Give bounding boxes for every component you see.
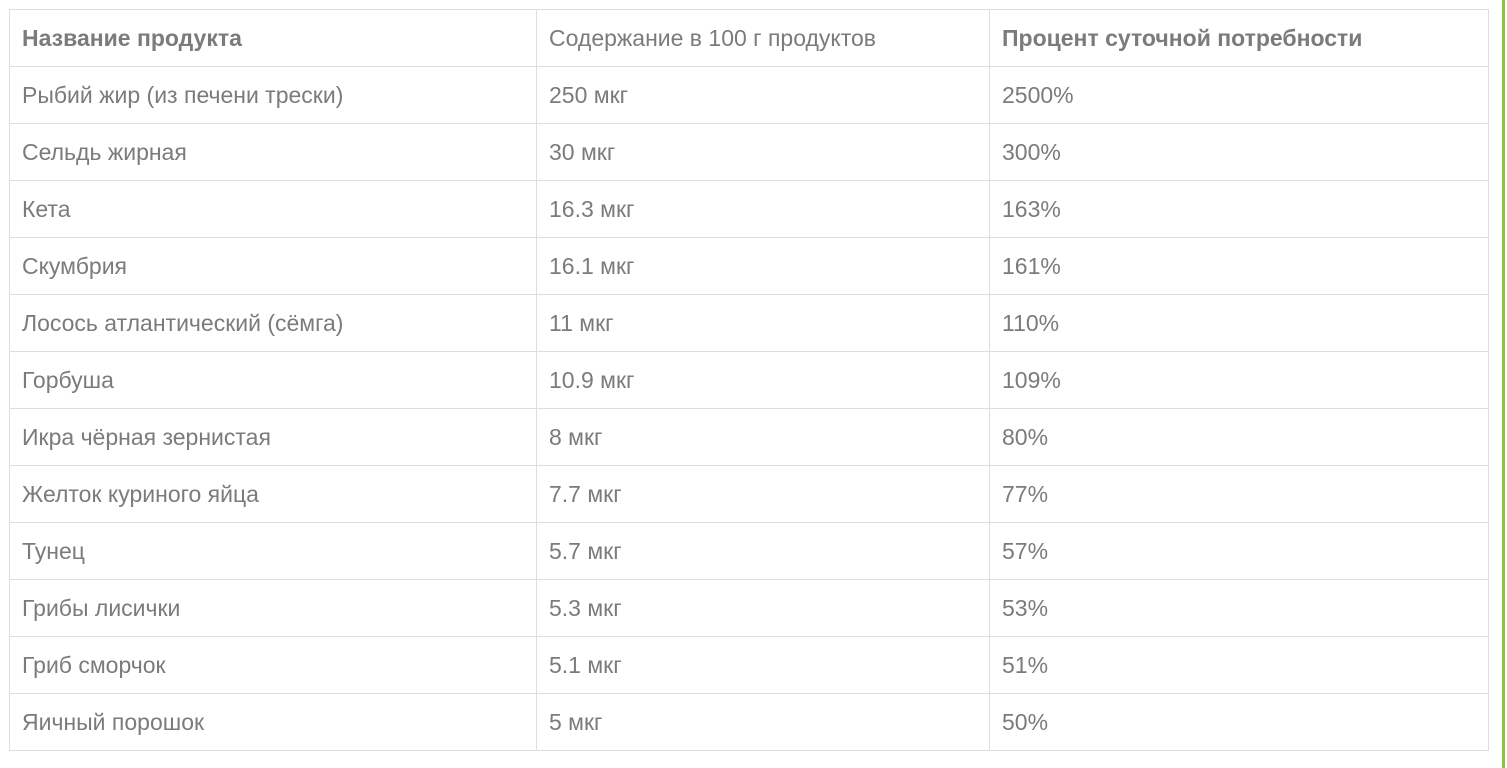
cell-product-name: Гриб сморчок — [9, 636, 537, 694]
cell-content: 5.7 мкг — [536, 522, 990, 580]
cell-content: 16.1 мкг — [536, 237, 990, 295]
cell-daily-percent: 77% — [989, 465, 1489, 523]
cell-daily-percent: 110% — [989, 294, 1489, 352]
table-row: Икра чёрная зернистая 8 мкг 80% — [9, 408, 1489, 466]
cell-daily-percent: 53% — [989, 579, 1489, 637]
page: Название продукта Содержание в 100 г про… — [0, 0, 1507, 768]
table-body: Рыбий жир (из печени трески) 250 мкг 250… — [9, 66, 1489, 751]
cell-daily-percent: 80% — [989, 408, 1489, 466]
cell-content: 250 мкг — [536, 66, 990, 124]
accent-border — [1502, 0, 1505, 768]
cell-daily-percent: 50% — [989, 693, 1489, 751]
cell-content: 8 мкг — [536, 408, 990, 466]
cell-product-name: Грибы лисички — [9, 579, 537, 637]
cell-product-name: Икра чёрная зернистая — [9, 408, 537, 466]
cell-daily-percent: 161% — [989, 237, 1489, 295]
cell-content: 5 мкг — [536, 693, 990, 751]
table-row: Желток куриного яйца 7.7 мкг 77% — [9, 465, 1489, 523]
cell-content: 11 мкг — [536, 294, 990, 352]
table-row: Горбуша 10.9 мкг 109% — [9, 351, 1489, 409]
cell-content: 5.1 мкг — [536, 636, 990, 694]
cell-content: 7.7 мкг — [536, 465, 990, 523]
header-daily-value-percent: Процент суточной потребности — [989, 9, 1489, 67]
cell-product-name: Желток куриного яйца — [9, 465, 537, 523]
vitamin-d-content-table: Название продукта Содержание в 100 г про… — [9, 9, 1489, 751]
table-row: Гриб сморчок 5.1 мкг 51% — [9, 636, 1489, 694]
cell-daily-percent: 2500% — [989, 66, 1489, 124]
cell-product-name: Сельдь жирная — [9, 123, 537, 181]
cell-content: 5.3 мкг — [536, 579, 990, 637]
cell-content: 16.3 мкг — [536, 180, 990, 238]
cell-content: 10.9 мкг — [536, 351, 990, 409]
table-row: Лосось атлантический (сёмга) 11 мкг 110% — [9, 294, 1489, 352]
cell-daily-percent: 163% — [989, 180, 1489, 238]
table-row: Кета 16.3 мкг 163% — [9, 180, 1489, 238]
table-header-row: Название продукта Содержание в 100 г про… — [9, 9, 1489, 67]
table-row: Тунец 5.7 мкг 57% — [9, 522, 1489, 580]
cell-content: 30 мкг — [536, 123, 990, 181]
cell-product-name: Кета — [9, 180, 537, 238]
table-row: Грибы лисички 5.3 мкг 53% — [9, 579, 1489, 637]
header-product-name: Название продукта — [9, 9, 537, 67]
table-header: Название продукта Содержание в 100 г про… — [9, 9, 1489, 67]
cell-daily-percent: 300% — [989, 123, 1489, 181]
table-row: Скумбрия 16.1 мкг 161% — [9, 237, 1489, 295]
cell-daily-percent: 51% — [989, 636, 1489, 694]
cell-product-name: Рыбий жир (из печени трески) — [9, 66, 537, 124]
table-row: Рыбий жир (из печени трески) 250 мкг 250… — [9, 66, 1489, 124]
cell-product-name: Горбуша — [9, 351, 537, 409]
header-content-per-100g: Содержание в 100 г продуктов — [536, 9, 990, 67]
cell-product-name: Скумбрия — [9, 237, 537, 295]
cell-product-name: Тунец — [9, 522, 537, 580]
cell-daily-percent: 57% — [989, 522, 1489, 580]
cell-product-name: Яичный порошок — [9, 693, 537, 751]
cell-daily-percent: 109% — [989, 351, 1489, 409]
table-row: Яичный порошок 5 мкг 50% — [9, 693, 1489, 751]
cell-product-name: Лосось атлантический (сёмга) — [9, 294, 537, 352]
table-row: Сельдь жирная 30 мкг 300% — [9, 123, 1489, 181]
